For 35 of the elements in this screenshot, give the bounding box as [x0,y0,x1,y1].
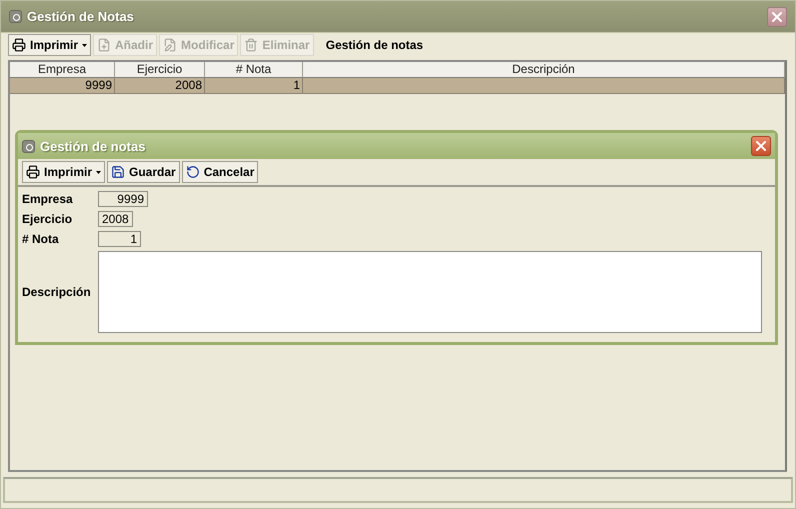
column-header[interactable]: # Nota [205,62,303,78]
field-label: Empresa [22,192,74,206]
field-label: Ejercicio [22,212,74,226]
window-title: Gestión de Notas [27,9,135,24]
save-button[interactable]: Guardar [107,161,180,183]
table-cell: 1 [205,78,303,94]
document-plus-icon [97,38,112,52]
printer-icon [26,165,40,179]
field-label: Descripción [22,285,92,299]
close-button[interactable] [767,6,787,26]
input-field[interactable]: 1 [98,231,141,247]
print-button[interactable]: Imprimir [22,161,106,183]
column-header[interactable]: Empresa [10,62,115,78]
trash-icon [244,38,258,52]
table-cell: 9999 [10,78,115,94]
close-button[interactable] [751,136,771,156]
description-field[interactable] [98,251,762,333]
cancel-button[interactable]: Cancelar [182,161,258,183]
dialog-title: Gestión de notas [40,138,146,154]
undo-arrow-icon [186,165,200,179]
caret-icon [96,170,102,174]
input-field[interactable]: 2008 [98,211,133,227]
field-label: # Nota [22,232,60,246]
app-icon [22,140,35,152]
printer-icon [12,38,26,52]
toolbar-caption: Gestión de notas [326,38,424,52]
close-icon [753,138,769,154]
app-icon [9,10,22,23]
input-field[interactable]: 9999 [98,191,148,207]
table-cell: 2008 [115,78,205,94]
pencil-document-icon [163,38,178,52]
print-button[interactable]: Imprimir [8,34,92,56]
caret-icon [82,44,88,46]
column-header[interactable]: Descripción [303,62,785,78]
column-header[interactable]: Ejercicio [115,62,205,78]
